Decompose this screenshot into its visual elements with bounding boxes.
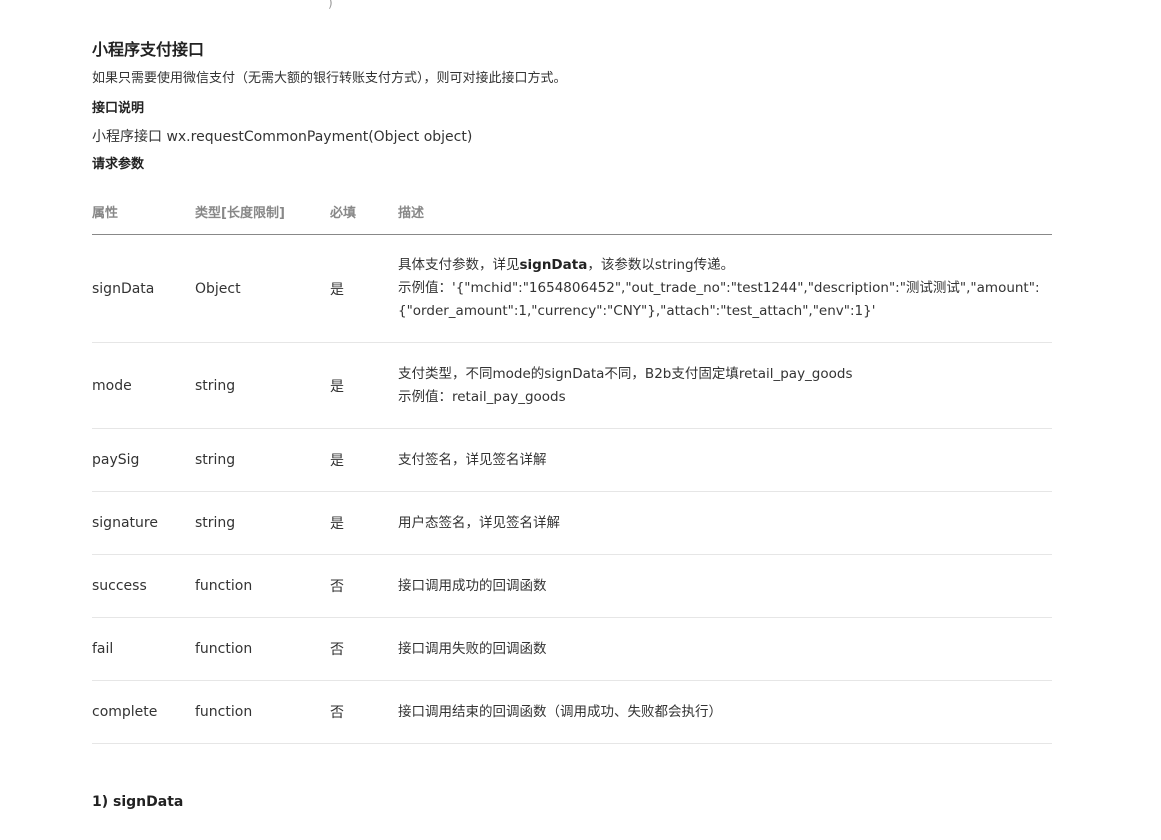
param-required: 是 bbox=[330, 342, 398, 429]
param-type: function bbox=[195, 617, 330, 681]
param-required: 否 bbox=[330, 617, 398, 681]
header-description: 描述 bbox=[398, 188, 1052, 235]
table-row: signData Object 是 具体支付参数，详见signData，该参数以… bbox=[92, 234, 1052, 343]
param-type: string bbox=[195, 428, 330, 492]
param-type: Object bbox=[195, 234, 330, 343]
param-name: fail bbox=[92, 617, 195, 681]
param-required: 是 bbox=[330, 491, 398, 555]
header-required: 必填 bbox=[330, 188, 398, 235]
param-required: 是 bbox=[330, 428, 398, 492]
table-row: complete function 否 接口调用结束的回调函数（调用成功、失败都… bbox=[92, 680, 1052, 744]
interface-heading: 接口说明 bbox=[92, 101, 145, 116]
param-name: complete bbox=[92, 680, 195, 744]
header-name: 属性 bbox=[92, 188, 195, 235]
param-type: string bbox=[195, 342, 330, 429]
param-description: 具体支付参数，详见signData，该参数以string传递。 示例值：'{"m… bbox=[398, 234, 1052, 343]
header-type: 类型[长度限制] bbox=[195, 188, 330, 235]
description-line: 支付类型，不同mode的signData不同，B2b支付固定填retail_pa… bbox=[398, 365, 853, 382]
description-line: 用户态签名，详见签名详解 bbox=[398, 514, 560, 531]
description-line: 接口调用成功的回调函数 bbox=[398, 577, 547, 594]
param-name: mode bbox=[92, 342, 195, 429]
param-required: 否 bbox=[330, 554, 398, 618]
signdata-link[interactable]: signData bbox=[520, 257, 588, 273]
page-title: 小程序支付接口 bbox=[92, 40, 205, 59]
params-table: 属性 类型[长度限制] 必填 描述 signData Object 是 具体支付… bbox=[92, 188, 1052, 744]
param-description: 接口调用结束的回调函数（调用成功、失败都会执行） bbox=[398, 680, 1052, 744]
table-row: paySig string 是 支付签名，详见签名详解 bbox=[92, 428, 1052, 492]
param-description: 接口调用失败的回调函数 bbox=[398, 617, 1052, 681]
description-line: 具体支付参数，详见signData，该参数以string传递。 bbox=[398, 254, 1052, 277]
description-text: 具体支付参数，详见 bbox=[398, 257, 520, 273]
description-line: 接口调用结束的回调函数（调用成功、失败都会执行） bbox=[398, 703, 722, 720]
param-type: function bbox=[195, 680, 330, 744]
intro-text: 如果只需要使用微信支付（无需大额的银行转账支付方式），则可对接此接口方式。 bbox=[92, 71, 567, 86]
top-fragment: ) bbox=[328, 0, 333, 10]
table-row: signature string 是 用户态签名，详见签名详解 bbox=[92, 491, 1052, 555]
param-required: 是 bbox=[330, 234, 398, 343]
description-line: 支付签名，详见签名详解 bbox=[398, 451, 547, 468]
table-row: fail function 否 接口调用失败的回调函数 bbox=[92, 617, 1052, 681]
params-heading: 请求参数 bbox=[92, 157, 145, 172]
param-description: 支付签名，详见签名详解 bbox=[398, 428, 1052, 492]
table-row: success function 否 接口调用成功的回调函数 bbox=[92, 554, 1052, 618]
table-header-row: 属性 类型[长度限制] 必填 描述 bbox=[92, 188, 1052, 235]
description-text: ，该参数以string传递。 bbox=[587, 257, 735, 273]
param-name: success bbox=[92, 554, 195, 618]
param-description: 支付类型，不同mode的signData不同，B2b支付固定填retail_pa… bbox=[398, 342, 1052, 429]
table-row: mode string 是 支付类型，不同mode的signData不同，B2b… bbox=[92, 342, 1052, 429]
param-name: signature bbox=[92, 491, 195, 555]
param-name: signData bbox=[92, 234, 195, 343]
param-type: function bbox=[195, 554, 330, 618]
api-signature: 小程序接口 wx.requestCommonPayment(Object obj… bbox=[92, 129, 473, 145]
api-document: 小程序支付接口 如果只需要使用微信支付（无需大额的银行转账支付方式），则可对接此… bbox=[92, 36, 1052, 744]
param-description: 接口调用成功的回调函数 bbox=[398, 554, 1052, 618]
param-required: 否 bbox=[330, 680, 398, 744]
section-heading-signdata: 1) signData bbox=[92, 794, 184, 810]
param-description: 用户态签名，详见签名详解 bbox=[398, 491, 1052, 555]
description-example: 示例值：retail_pay_goods bbox=[398, 388, 566, 405]
description-example: 示例值：'{"mchid":"1654806452","out_trade_no… bbox=[398, 280, 1040, 319]
param-type: string bbox=[195, 491, 330, 555]
param-name: paySig bbox=[92, 428, 195, 492]
description-line: 接口调用失败的回调函数 bbox=[398, 640, 547, 657]
